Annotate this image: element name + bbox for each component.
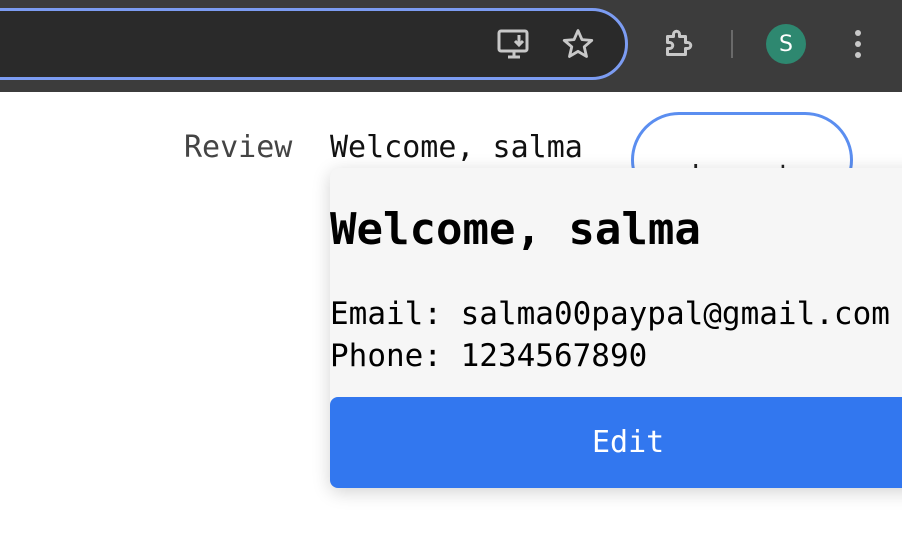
puzzle-icon[interactable]: [658, 24, 698, 64]
nav-link-review[interactable]: Review: [184, 130, 292, 165]
nav-welcome-text: Welcome, salma: [330, 130, 583, 165]
star-icon[interactable]: [558, 24, 598, 64]
edit-button[interactable]: Edit: [330, 397, 902, 488]
profile-email: Email: salma00paypal@gmail.com: [330, 296, 890, 332]
profile-title: Welcome, salma: [330, 204, 701, 255]
avatar-initial: S: [779, 31, 793, 57]
browser-toolbar: S: [0, 0, 902, 92]
profile-phone: Phone: 1234567890: [330, 338, 648, 374]
profile-avatar[interactable]: S: [766, 24, 806, 64]
kebab-menu-icon[interactable]: [838, 24, 878, 64]
profile-popover: Welcome, salma Email: salma00paypal@gmai…: [330, 168, 902, 488]
toolbar-divider: [731, 30, 733, 58]
install-app-icon[interactable]: [494, 24, 534, 64]
